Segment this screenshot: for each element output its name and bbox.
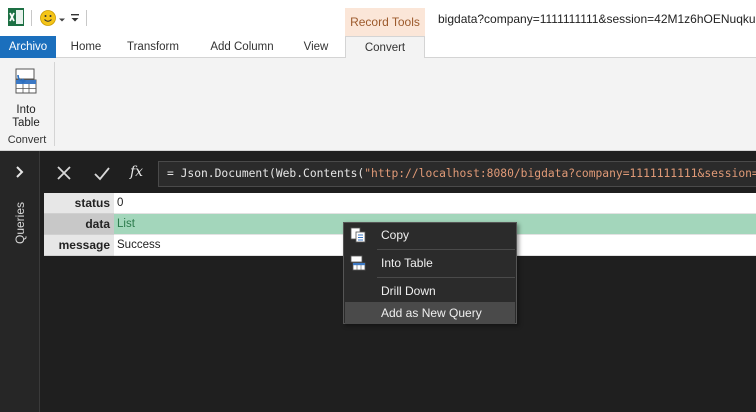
formula-text: = Json.Document(Web.Contents( <box>167 167 365 180</box>
formula-cancel-button[interactable] <box>46 161 82 187</box>
menu-item-into-table[interactable]: Into Table <box>345 252 515 274</box>
tab-view[interactable]: View <box>296 36 336 58</box>
title-bar: Record Tools bigdata?company=1111111111&… <box>0 0 756 36</box>
excel-icon[interactable] <box>8 8 24 26</box>
menu-separator <box>377 277 515 278</box>
tab-convert[interactable]: Convert <box>345 36 425 59</box>
formula-accept-button[interactable] <box>84 161 120 187</box>
chevron-down-icon[interactable] <box>58 13 66 22</box>
record-row[interactable]: status 0 <box>44 193 756 214</box>
menu-item-drill-down[interactable]: Drill Down <box>345 280 515 302</box>
into-table-label-line1: Into <box>16 104 36 116</box>
chevron-right-icon[interactable] <box>13 165 27 179</box>
quick-access-separator <box>31 10 32 26</box>
menu-item-label: Copy <box>381 228 410 242</box>
menu-item-label: Drill Down <box>381 284 436 298</box>
menu-item-label: Add as New Query <box>381 306 482 320</box>
queries-pane-label-text: Queries <box>13 201 27 245</box>
context-menu: Copy Into Table Drill Down Add as New Qu… <box>343 222 517 324</box>
record-field-name[interactable]: message <box>44 235 114 256</box>
menu-item-add-as-new-query[interactable]: Add as New Query <box>345 302 515 324</box>
checkmark-icon <box>94 167 110 181</box>
ribbon-tabs: Archivo Home Transform Add Column View C… <box>0 36 756 59</box>
into-table-icon <box>350 255 366 271</box>
record-field-name[interactable]: status <box>44 193 114 214</box>
tab-home[interactable]: Home <box>60 36 112 58</box>
formula-fx-button[interactable]: fx <box>122 161 158 187</box>
into-table-label-line2: Table <box>12 117 40 129</box>
copy-icon <box>350 227 366 243</box>
record-field-value[interactable]: 0 <box>114 193 756 214</box>
ribbon-group-label-convert: Convert <box>7 134 47 146</box>
close-icon <box>57 166 71 180</box>
quick-access-separator <box>86 10 87 26</box>
formula-url-string: "http://localhost:8080/bigdata?company=1… <box>364 167 756 180</box>
queries-pane-label[interactable]: Queries <box>8 193 32 253</box>
record-field-name[interactable]: data <box>44 214 114 235</box>
ribbon: Into Table Convert <box>0 58 756 151</box>
window-title: bigdata?company=1111111111&session=42M1z… <box>438 12 756 26</box>
fx-icon: fx <box>130 164 144 180</box>
queries-pane[interactable]: Queries <box>0 151 40 412</box>
smiley-feedback-icon[interactable] <box>40 10 56 26</box>
tab-file[interactable]: Archivo <box>0 36 56 58</box>
into-table-label: Into Table <box>4 104 48 130</box>
formula-bar-input[interactable]: = Json.Document(Web.Contents("http://loc… <box>158 161 756 187</box>
tab-add-column[interactable]: Add Column <box>200 36 284 58</box>
into-table-icon <box>14 68 38 94</box>
record-tools-group-label: Record Tools <box>345 8 425 36</box>
ribbon-group-separator <box>54 62 55 146</box>
power-query-editor-window: Record Tools bigdata?company=1111111111&… <box>0 0 756 412</box>
menu-item-label: Into Table <box>381 256 433 270</box>
into-table-button[interactable]: Into Table <box>4 62 48 132</box>
menu-item-copy[interactable]: Copy <box>345 224 515 246</box>
menu-separator <box>377 249 515 250</box>
tab-transform[interactable]: Transform <box>120 36 186 58</box>
customize-toolbar-icon[interactable] <box>70 12 80 24</box>
